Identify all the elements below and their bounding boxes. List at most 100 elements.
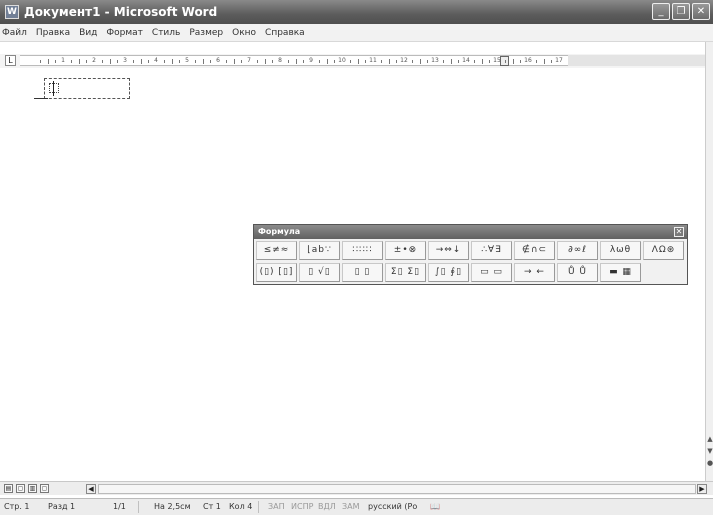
misc-symbols-palette-button[interactable]: ∂∞ℓ [557,241,598,260]
status-record-macro[interactable]: ЗАП [268,502,285,511]
vertical-scrollbar[interactable]: ▲ ▼ ● [705,42,713,481]
menu-file[interactable]: Файл [2,28,27,38]
subscript-superscript-template-button[interactable]: ▯ ▯ [342,263,383,282]
status-language[interactable]: русский (Ро [368,502,417,511]
ruler-number: 2 [92,57,96,64]
menu-help[interactable]: Справка [265,28,305,38]
ruler-tick [357,59,359,64]
ruler-number: 6 [216,57,220,64]
ruler-tick [442,60,444,63]
scroll-right-arrow-icon[interactable]: ▶ [697,484,707,494]
normal-view-button[interactable]: ▤ [4,484,13,493]
ruler-tick [163,60,165,63]
ruler-tick [202,59,204,64]
horizontal-scrollbar[interactable] [98,484,696,494]
menu-style[interactable]: Стиль [152,28,180,38]
ruler-tick [78,59,80,64]
status-extend-selection[interactable]: ВДЛ [318,502,336,511]
status-track-changes[interactable]: ИСПР [291,502,313,511]
ruler-tick [264,59,266,64]
products-set-template-button[interactable]: Ů Ů [557,263,598,282]
status-pages: 1/1 [113,502,126,511]
ruler-tick [318,60,320,63]
status-column: Кол 4 [229,502,253,511]
labeled-arrow-template-button[interactable]: → ← [514,263,555,282]
ruler-tick [396,60,398,63]
horizontal-ruler[interactable]: 1 2 3 4 5 6 7 8 9 10 11 12 13 14 15 16 17 [20,55,568,66]
menu-size[interactable]: Размер [189,28,223,38]
print-layout-view-button[interactable]: ▥ [28,484,37,493]
browse-object-icon[interactable]: ● [706,458,713,468]
matrix-template-button[interactable]: ▬ ▦ [600,263,641,282]
formula-symbols-row: ≤≠≈ ⌊ab∵ ∷∷∷ ±•⊗ →⇔↓ ∴∀∃ ∉∩⊂ ∂∞ℓ λωθ ΛΩ⊛ [254,239,687,261]
window-title: Документ1 - Microsoft Word [24,5,218,19]
ruler-tick [194,60,196,63]
ruler-number: 7 [247,57,251,64]
set-theory-palette-button[interactable]: ∉∩⊂ [514,241,555,260]
ruler-tick [349,60,351,63]
ruler-number: 4 [154,57,158,64]
formula-toolbar-close-button[interactable]: ✕ [674,227,684,237]
ruler-tick [450,59,452,64]
restore-button[interactable]: ❐ [672,3,690,20]
menu-edit[interactable]: Правка [36,28,70,38]
integral-template-button[interactable]: ∫▯ ∮▯ [428,263,469,282]
status-overtype[interactable]: ЗАМ [342,502,360,511]
embellishments-palette-button[interactable]: ∷∷∷ [342,241,383,260]
word-app-icon[interactable]: W [5,5,19,19]
scroll-down-arrow-icon[interactable]: ▼ [706,446,713,456]
web-layout-view-button[interactable]: ▢ [16,484,25,493]
ruler-tick [458,60,460,63]
logic-palette-button[interactable]: ∴∀∃ [471,241,512,260]
ruler-tick [171,59,173,64]
close-button[interactable]: ✕ [692,3,710,20]
ruler-number: 11 [369,57,377,64]
scroll-left-arrow-icon[interactable]: ◀ [86,484,96,494]
arrows-palette-button[interactable]: →⇔↓ [428,241,469,260]
ruler-number: 10 [338,57,346,64]
fraction-radical-template-button[interactable]: ▯ √▯ [299,263,340,282]
equation-object[interactable] [44,78,130,99]
spaces-ellipses-palette-button[interactable]: ⌊ab∵ [299,241,340,260]
window-controls: _ ❐ ✕ [652,3,710,20]
status-separator [258,501,259,513]
ruler-tick [520,60,522,63]
ruler-tick [419,59,421,64]
status-page: Стр. 1 [4,502,30,511]
menu-window[interactable]: Окно [232,28,256,38]
ruler-number: 17 [555,57,563,64]
minimize-button[interactable]: _ [652,3,670,20]
ruler-tick [287,60,289,63]
ruler-tick [70,60,72,63]
menu-view[interactable]: Вид [79,28,97,38]
greek-lowercase-palette-button[interactable]: λωθ [600,241,641,260]
ruler-tick [295,59,297,64]
tab-selector-button[interactable]: L [5,55,16,66]
formula-toolbar-title: Формула [258,227,301,236]
menu-format[interactable]: Формат [106,28,143,38]
underbar-overbar-template-button[interactable]: ▭ ▭ [471,263,512,282]
ruler-tick [272,60,274,63]
spelling-book-icon[interactable]: 📖 [430,502,440,511]
fences-template-button[interactable]: (▯) [▯] [256,263,297,282]
ruler-tick [489,60,491,63]
status-bar: Стр. 1 Разд 1 1/1 На 2,5см Ст 1 Кол 4 ЗА… [0,498,713,515]
operators-palette-button[interactable]: ±•⊗ [385,241,426,260]
ruler-tick [334,60,336,63]
greek-uppercase-palette-button[interactable]: ΛΩ⊛ [643,241,684,260]
ruler-number: 12 [400,57,408,64]
summation-template-button[interactable]: Σ▯ Σ▯ [385,263,426,282]
outline-view-button[interactable]: ▢ [40,484,49,493]
ruler-number: 5 [185,57,189,64]
formula-toolbar-titlebar[interactable]: Формула ✕ [254,225,687,239]
relations-palette-button[interactable]: ≤≠≈ [256,241,297,260]
ruler-tick [132,60,134,63]
status-section: Разд 1 [48,502,76,511]
equation-placeholder-slot[interactable] [49,83,59,93]
scroll-up-arrow-icon[interactable]: ▲ [706,434,713,444]
ruler-tick [504,60,506,63]
ruler-tick [473,60,475,63]
status-at: На 2,5см [154,502,191,511]
empty-slot [643,263,684,282]
ruler-row: L 1 2 3 4 5 6 7 8 9 10 11 12 13 14 15 16 17 [0,54,713,68]
